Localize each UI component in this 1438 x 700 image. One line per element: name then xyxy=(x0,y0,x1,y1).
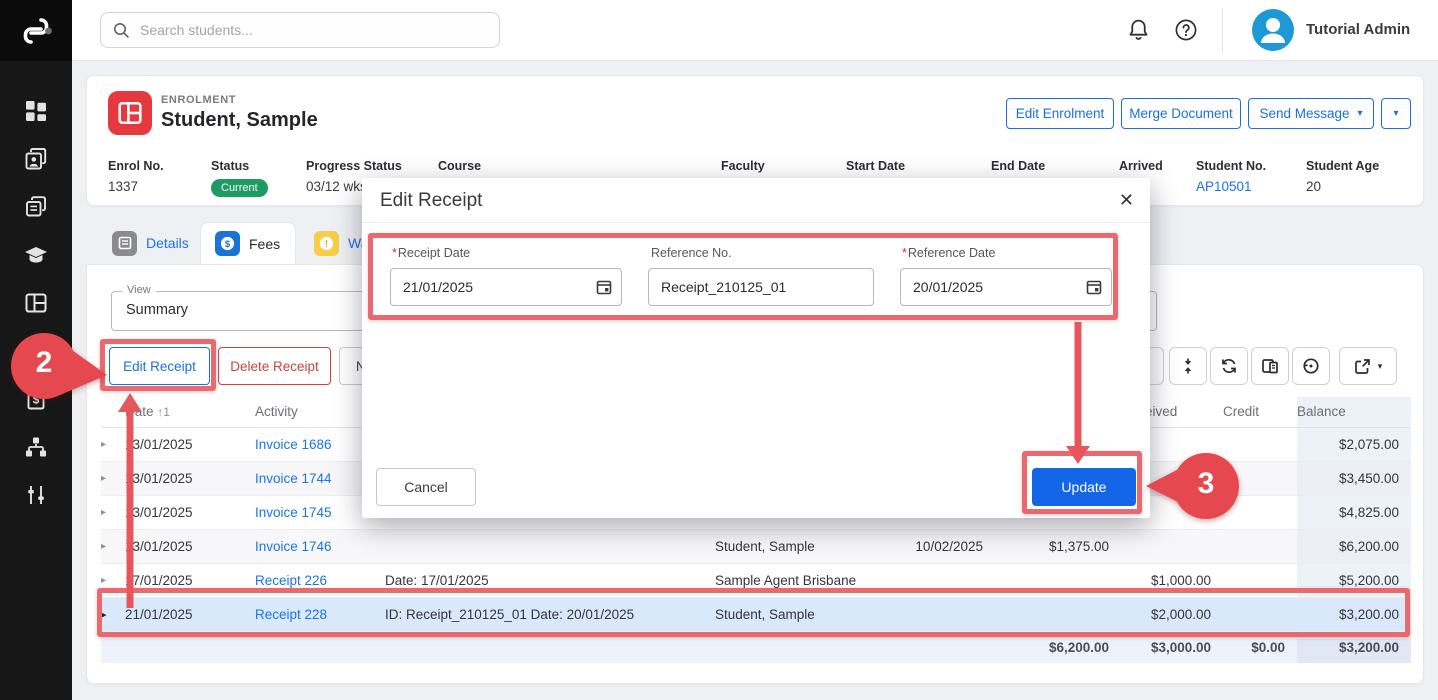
info-start-date: Start Date xyxy=(846,159,905,179)
activity-link[interactable]: Invoice 1686 xyxy=(255,437,332,452)
sidebar-item-settings[interactable] xyxy=(24,483,48,507)
step-3-marker: 3 xyxy=(1144,452,1244,522)
col-header-date[interactable]: Date ↑1 xyxy=(125,397,255,427)
details-icon xyxy=(112,231,137,256)
contacts-icon xyxy=(24,147,48,171)
topbar: Tutorial Admin xyxy=(0,0,1438,61)
activity-link[interactable]: Invoice 1745 xyxy=(255,505,332,520)
graduation-cap-icon xyxy=(24,243,48,267)
row-expand-icon[interactable]: ▸ xyxy=(101,575,106,586)
history-button[interactable] xyxy=(1292,347,1330,385)
column-sort-button[interactable] xyxy=(1169,347,1207,385)
user-icon xyxy=(1252,9,1294,51)
warning-icon: ! xyxy=(314,231,339,256)
sidebar-item-documents[interactable] xyxy=(24,195,48,219)
brand-logo-icon xyxy=(19,14,53,48)
refresh-icon xyxy=(1220,357,1238,375)
info-enrol-no: Enrol No. 1337 xyxy=(108,159,164,194)
sidebar-item-contacts[interactable] xyxy=(24,147,48,171)
enrolment-app-icon xyxy=(108,91,152,135)
table-row[interactable]: ▸ 13/01/2025 Invoice 1746 Student, Sampl… xyxy=(101,529,1411,563)
student-no-link[interactable]: AP10501 xyxy=(1196,179,1266,194)
annotation-box-fields xyxy=(368,233,1118,320)
export-button[interactable]: ▾ xyxy=(1339,347,1397,385)
page-kicker: ENROLMENT xyxy=(161,94,236,106)
page-title: Student, Sample xyxy=(161,109,318,132)
delete-receipt-button[interactable]: Delete Receipt xyxy=(218,347,331,385)
info-status: Status Current xyxy=(211,159,268,197)
activity-link[interactable]: Invoice 1746 xyxy=(255,539,332,554)
info-student-age: Student Age 20 xyxy=(1306,159,1379,194)
topbar-divider xyxy=(1222,8,1223,53)
avatar[interactable] xyxy=(1252,9,1294,51)
app-root: Tutorial Admin xyxy=(0,0,1438,700)
col-header-balance[interactable]: Balance xyxy=(1297,397,1411,427)
chevron-down-icon: ▾ xyxy=(1378,361,1383,372)
info-arrived: Arrived xyxy=(1119,159,1163,179)
modal-title: Edit Receipt xyxy=(380,190,482,212)
tab-fees-label: Fees xyxy=(249,236,280,252)
svg-text:$: $ xyxy=(225,239,231,250)
annotation-box-update xyxy=(1022,451,1142,514)
chevron-down-icon: ▾ xyxy=(1358,108,1363,119)
help-icon xyxy=(1174,18,1198,42)
network-icon xyxy=(24,435,48,459)
modal-divider xyxy=(362,222,1150,223)
column-sort-icon xyxy=(1180,357,1196,375)
bell-icon xyxy=(1126,17,1151,43)
annotation-box-edit-receipt xyxy=(100,339,216,391)
refresh-button[interactable] xyxy=(1210,347,1248,385)
row-expand-icon[interactable]: ▸ xyxy=(101,507,106,518)
notifications-button[interactable] xyxy=(1126,17,1151,46)
help-button[interactable] xyxy=(1174,18,1198,45)
enrolments-icon xyxy=(24,291,48,315)
sidebar-item-agents[interactable] xyxy=(24,435,48,459)
sidebar-item-enrolments[interactable] xyxy=(24,291,48,315)
status-badge: Current xyxy=(211,179,268,197)
tab-fees[interactable]: $ Fees xyxy=(200,222,296,264)
chevron-down-icon: ▾ xyxy=(1393,108,1398,119)
step-2-marker: 2 xyxy=(10,331,110,403)
close-icon[interactable]: ✕ xyxy=(1119,190,1134,211)
tab-details-label: Details xyxy=(146,235,189,251)
cancel-button[interactable]: Cancel xyxy=(376,468,476,506)
dashboard-icon xyxy=(24,99,48,123)
sort-indicator-icon: ↑1 xyxy=(157,405,170,419)
history-icon xyxy=(1302,357,1320,375)
search-box xyxy=(100,12,500,48)
search-input[interactable] xyxy=(140,22,487,38)
info-end-date: End Date xyxy=(991,159,1045,179)
more-actions-button[interactable]: ▾ xyxy=(1381,98,1411,129)
merge-document-button[interactable]: Merge Document xyxy=(1121,98,1241,129)
fees-icon: $ xyxy=(215,231,240,256)
row-expand-icon[interactable]: ▸ xyxy=(101,473,106,484)
sliders-icon xyxy=(24,483,48,507)
export-icon xyxy=(1354,358,1371,375)
send-message-label: Send Message xyxy=(1259,106,1349,121)
annotation-box-selected-row xyxy=(97,588,1410,637)
duplicate-icon xyxy=(1261,357,1279,375)
row-expand-icon[interactable]: ▸ xyxy=(101,541,106,552)
view-select-value: Summary xyxy=(126,302,188,318)
activity-link[interactable]: Receipt 226 xyxy=(255,573,327,588)
info-course: Course xyxy=(438,159,481,179)
info-faculty: Faculty xyxy=(721,159,765,179)
activity-link[interactable]: Invoice 1744 xyxy=(255,471,332,486)
col-header-credit[interactable]: Credit xyxy=(1223,397,1297,427)
edit-enrolment-button[interactable]: Edit Enrolment xyxy=(1006,98,1114,129)
tab-details[interactable]: Details xyxy=(98,222,203,264)
sidebar-item-dashboard[interactable] xyxy=(24,99,48,123)
view-select-label: View xyxy=(122,284,156,296)
app-logo[interactable] xyxy=(0,0,72,61)
search-icon xyxy=(113,22,130,39)
svg-text:!: ! xyxy=(325,239,328,250)
send-message-button[interactable]: Send Message ▾ xyxy=(1248,98,1374,129)
documents-icon xyxy=(24,195,48,219)
row-expand-icon[interactable]: ▸ xyxy=(101,439,106,450)
sidebar-item-courses[interactable] xyxy=(24,243,48,267)
duplicate-button[interactable] xyxy=(1251,347,1289,385)
info-student-no: Student No. AP10501 xyxy=(1196,159,1266,194)
user-name: Tutorial Admin xyxy=(1306,21,1410,38)
